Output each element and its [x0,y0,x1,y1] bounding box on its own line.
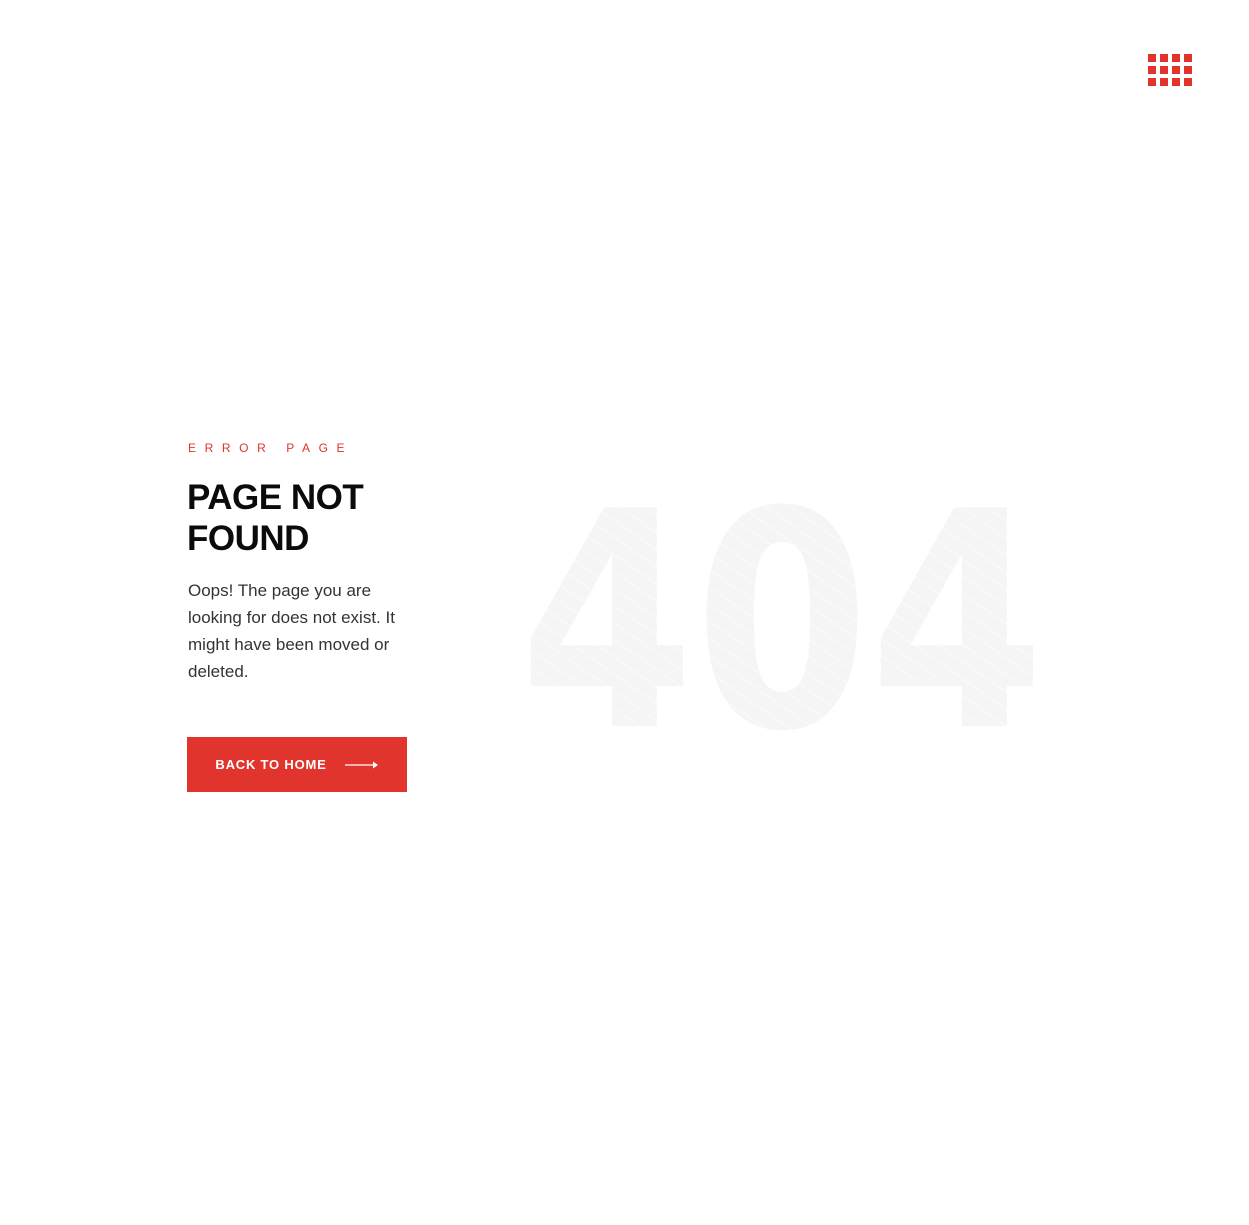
error-page: ERROR PAGE PAGE NOT FOUND Oops! The page… [0,0,1232,1225]
grid-menu-dot [1148,78,1156,86]
grid-menu-icon[interactable] [1148,54,1192,86]
error-code-text: 404 [520,490,1045,735]
error-description: Oops! The page you are looking for does … [188,581,395,681]
grid-menu-dot [1172,78,1180,86]
grid-menu-dot [1148,54,1156,62]
grid-menu-dot [1160,78,1168,86]
grid-menu-dot [1172,54,1180,62]
back-to-home-label: BACK TO HOME [215,757,327,772]
grid-menu-dot [1184,78,1192,86]
page-title: PAGE NOT FOUND [187,478,364,558]
grid-menu-dot [1172,66,1180,74]
grid-menu-dot [1160,66,1168,74]
error-eyebrow: ERROR PAGE [188,441,354,455]
grid-menu-dot [1160,54,1168,62]
grid-menu-dot [1184,54,1192,62]
grid-menu-dot [1184,66,1192,74]
error-code-watermark: 404 [520,490,1045,735]
back-to-home-button[interactable]: BACK TO HOME [187,737,407,792]
arrow-right-icon [344,761,378,768]
grid-menu-dot [1148,66,1156,74]
